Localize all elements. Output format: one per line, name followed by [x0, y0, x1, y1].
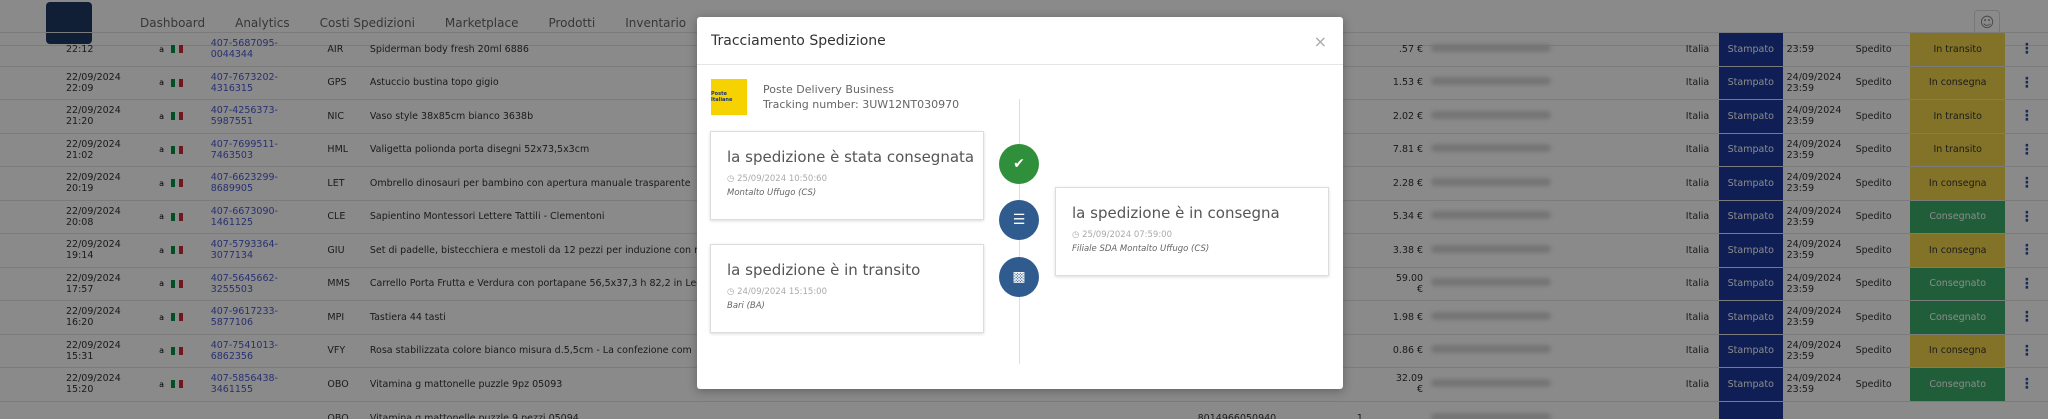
event-time: 25/09/2024 10:50:60	[737, 174, 827, 184]
modal-header: Tracciamento Spedizione	[697, 17, 1343, 65]
carrier-logo: Poste Italiane	[711, 79, 747, 115]
event-title: la spedizione è in transito	[727, 261, 921, 279]
check-icon: ✔	[999, 144, 1039, 184]
barcode-icon: ☰	[999, 200, 1039, 240]
app-page: Dashboard Analytics Costi Spedizioni Market…	[0, 0, 2048, 419]
event-title: la spedizione è in consegna	[1072, 204, 1280, 222]
modal-title: Tracciamento Spedizione	[711, 32, 886, 49]
timeline-event-in-transit: la spedizione è in transito ◷ 24/09/2024…	[710, 244, 984, 333]
clock-icon: ◷	[727, 174, 738, 184]
event-location: Bari (BA)	[727, 301, 765, 311]
event-time: 24/09/2024 15:15:00	[737, 287, 827, 297]
close-icon[interactable]: ×	[1314, 32, 1327, 51]
event-time: 25/09/2024 07:59:00	[1082, 230, 1172, 240]
document-icon: ▩	[999, 257, 1039, 297]
timeline-event-delivered: la spedizione è stata consegnata ◷ 25/09…	[710, 131, 984, 220]
carrier-info: Poste Italiane Poste Delivery Business T…	[711, 79, 959, 115]
tracking-modal: Tracciamento Spedizione × Poste Italiane…	[697, 17, 1343, 389]
timeline-event-in-delivery: la spedizione è in consegna ◷ 25/09/2024…	[1055, 187, 1329, 276]
event-title: la spedizione è stata consegnata	[727, 148, 975, 166]
tracking-number: Tracking number: 3UW12NT030970	[763, 98, 960, 111]
clock-icon: ◷	[1072, 230, 1083, 240]
carrier-name: Poste Delivery Business	[763, 83, 894, 96]
clock-icon: ◷	[727, 287, 738, 297]
event-location: Montalto Uffugo (CS)	[727, 188, 817, 198]
event-location: Filiale SDA Montalto Uffugo (CS)	[1072, 244, 1210, 254]
